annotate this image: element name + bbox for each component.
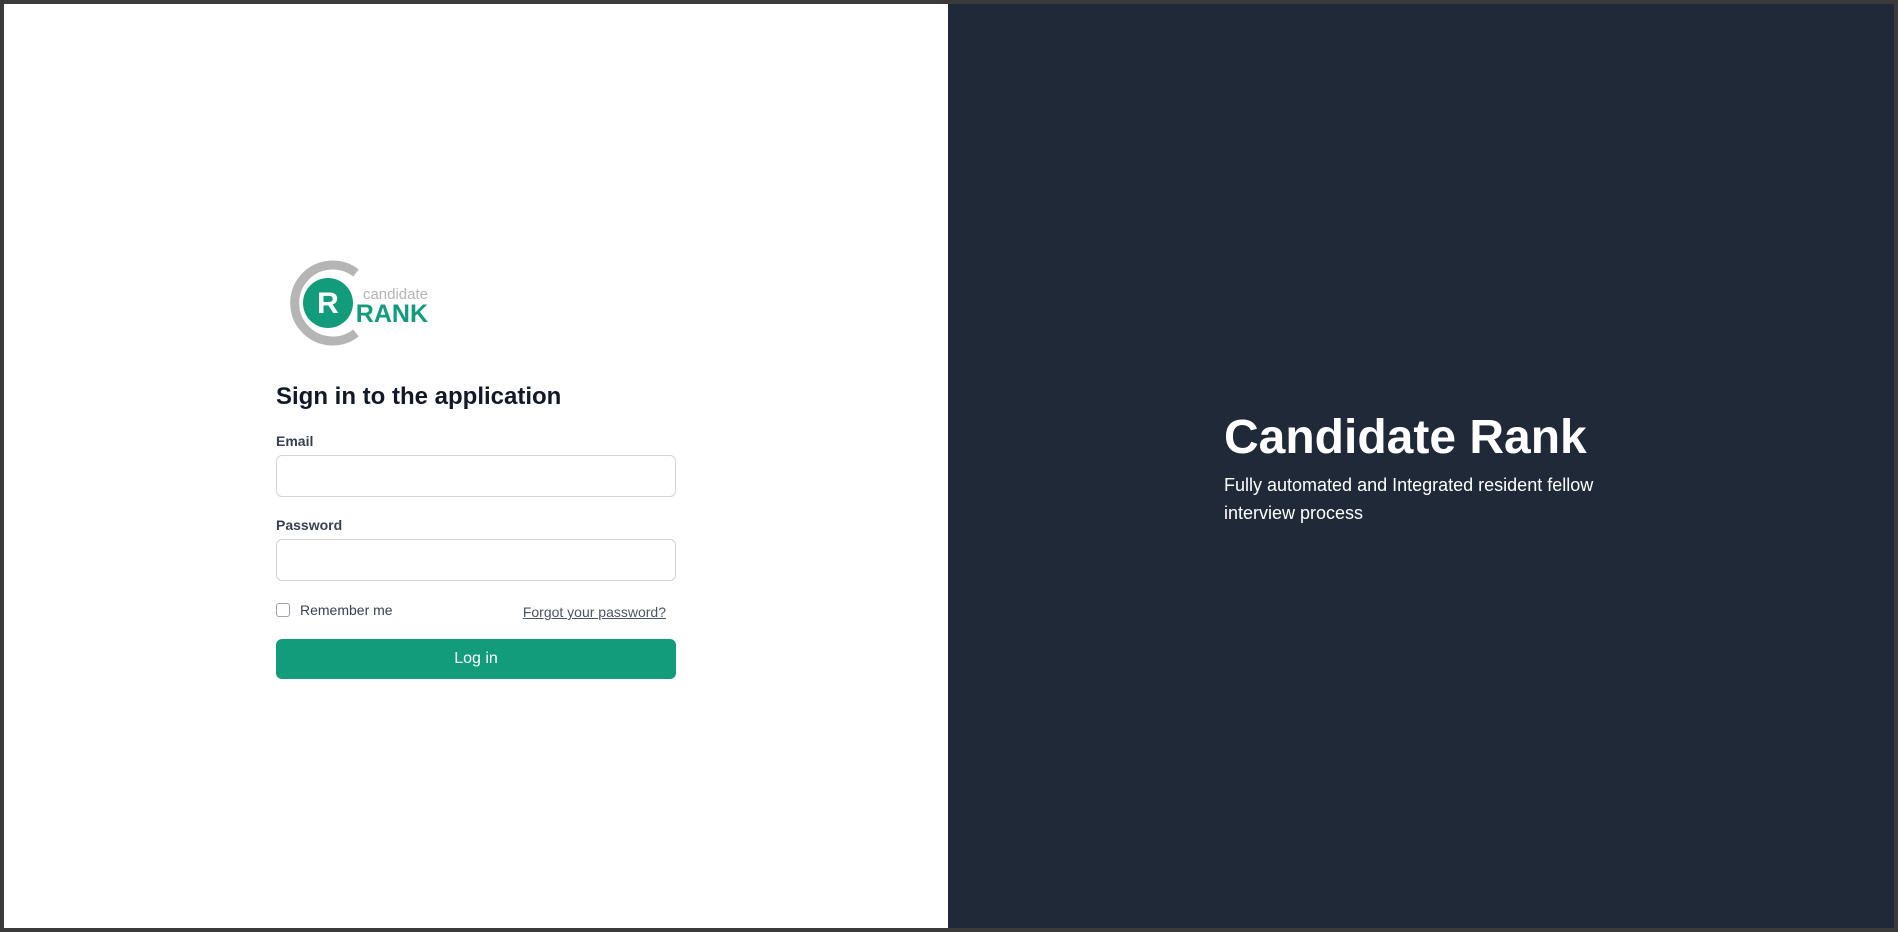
- login-panel: R candidate RANK Sign in to the applicat…: [4, 4, 948, 928]
- login-form: R candidate RANK Sign in to the applicat…: [276, 259, 676, 679]
- remember-me-checkbox[interactable]: [276, 603, 290, 617]
- forgot-password-link[interactable]: Forgot your password?: [523, 604, 666, 620]
- app-window: R candidate RANK Sign in to the applicat…: [4, 4, 1894, 928]
- candidate-rank-logo: R candidate RANK: [284, 259, 676, 347]
- logo-letter: R: [317, 287, 339, 320]
- password-field[interactable]: [276, 539, 676, 581]
- logo-mark-icon: R candidate RANK: [290, 260, 428, 346]
- hero-content: Candidate Rank Fully automated and Integ…: [1224, 411, 1644, 527]
- options-row: Remember me Forgot your password?: [276, 599, 676, 621]
- remember-me-label[interactable]: Remember me: [300, 602, 393, 618]
- log-in-button[interactable]: Log in: [276, 639, 676, 679]
- logo-bottom-text: RANK: [356, 300, 428, 328]
- page-title: Sign in to the application: [276, 383, 562, 410]
- remember-me[interactable]: Remember me: [276, 602, 393, 618]
- hero-panel: Candidate Rank Fully automated and Integ…: [948, 4, 1894, 928]
- hero-title: Candidate Rank: [1224, 411, 1587, 464]
- email-field[interactable]: [276, 455, 676, 497]
- email-label: Email: [276, 433, 314, 449]
- password-label: Password: [276, 517, 343, 533]
- hero-subtitle: Fully automated and Integrated resident …: [1224, 475, 1594, 523]
